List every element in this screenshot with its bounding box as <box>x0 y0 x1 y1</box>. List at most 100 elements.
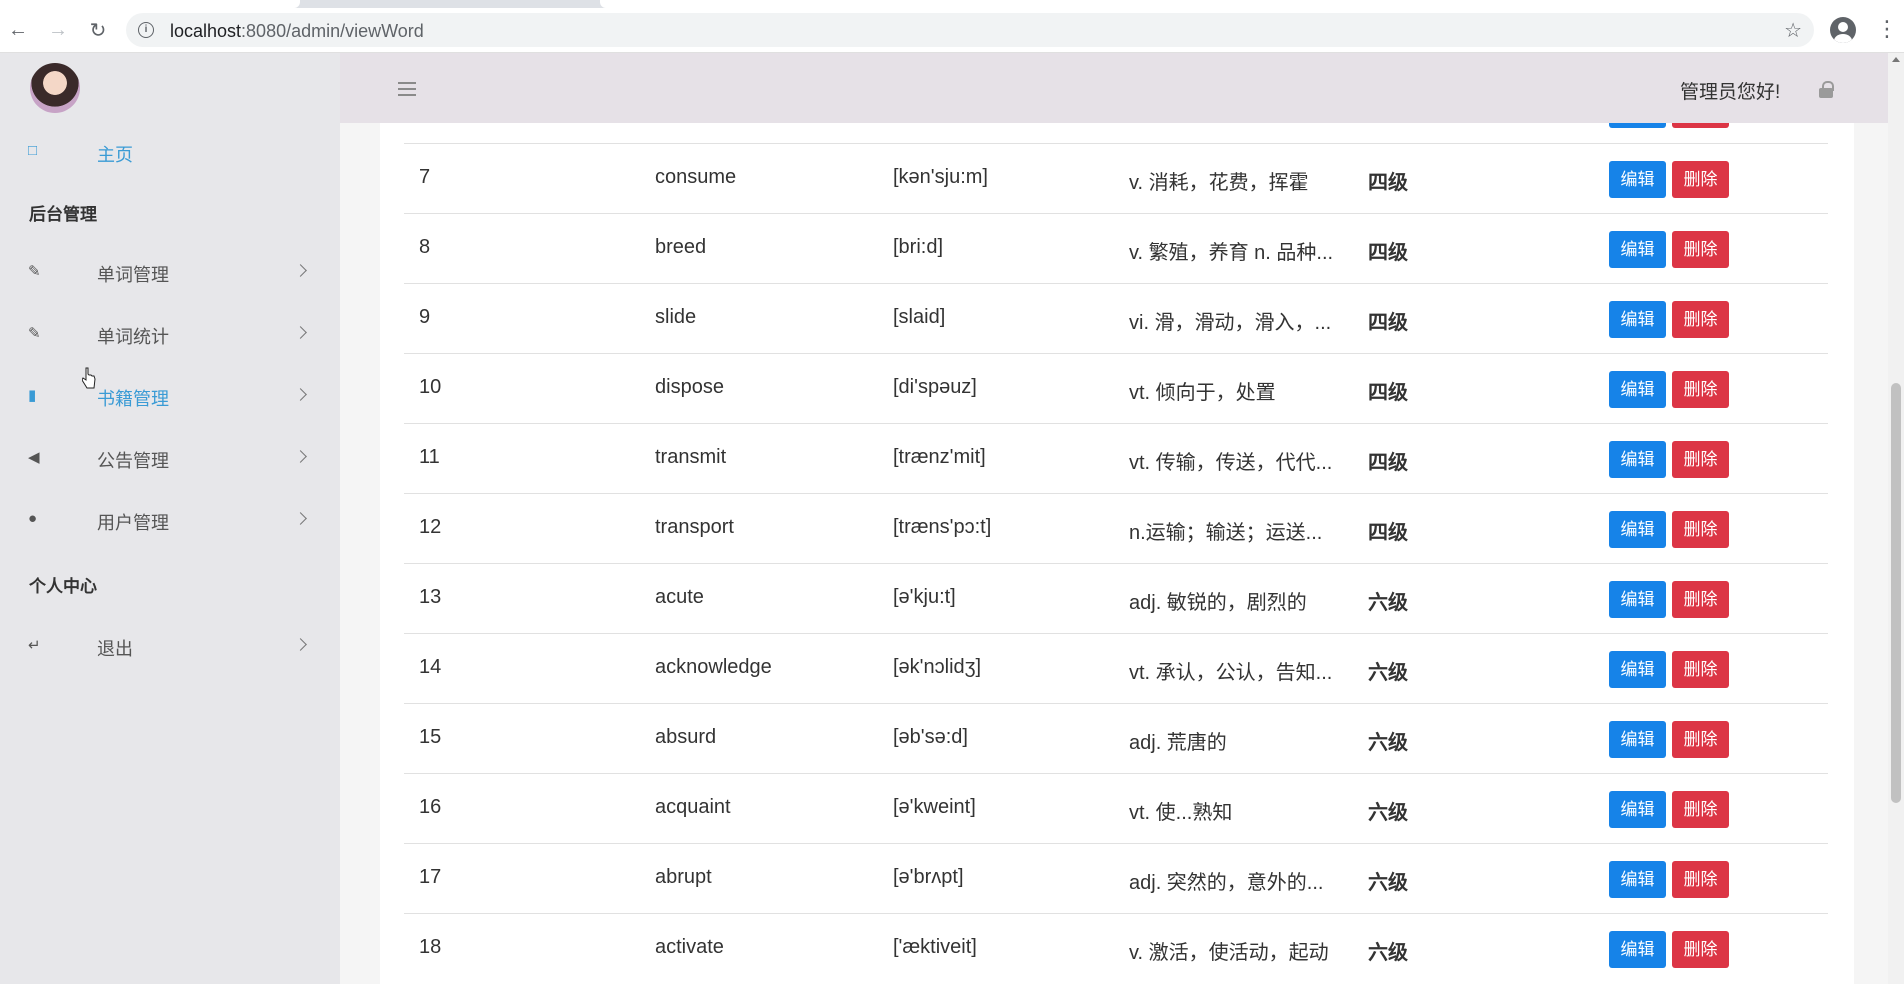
edit-button[interactable]: 编辑 <box>1609 581 1666 618</box>
sidebar-item-home[interactable]: □ 主页 <box>0 131 340 171</box>
edit-button[interactable]: 编辑 <box>1609 931 1666 968</box>
url-host: localhost <box>170 21 242 41</box>
page-scrollbar[interactable] <box>1888 53 1904 984</box>
edit-button[interactable]: 编辑 <box>1609 721 1666 758</box>
sidebar-item-word-management[interactable]: ✎ 单词管理 <box>0 251 340 291</box>
edit-button[interactable]: 编辑 <box>1609 861 1666 898</box>
level-cell: 四级 <box>1368 123 1408 125</box>
sidebar-item-word-statistics[interactable]: ✎ 单词统计 <box>0 313 340 353</box>
word-cell: acknowledge <box>655 656 772 678</box>
chevron-right-icon <box>294 638 307 651</box>
edit-button[interactable]: 编辑 <box>1609 441 1666 478</box>
phonetic-cell: [ə'kweint] <box>893 796 976 818</box>
table-row: 18 activate ['æktiveit] v. 激活，使活动，起动 六级 编辑 删除 <box>404 913 1828 984</box>
level-cell: 四级 <box>1368 172 1408 194</box>
delete-button[interactable]: 删除 <box>1672 161 1729 198</box>
edit-button[interactable]: 编辑 <box>1609 651 1666 688</box>
word-id-cell: 17 <box>419 866 442 888</box>
sidebar-item-label: 主页 <box>97 145 133 165</box>
delete-button[interactable]: 删除 <box>1672 931 1729 968</box>
level-cell: 六级 <box>1368 872 1408 894</box>
table-row: 7 consume [kən'sju:m] v. 消耗，花费，挥霍 四级 编辑 删除 <box>404 143 1828 214</box>
word-cell: consume <box>655 166 737 188</box>
table-row: 17 abrupt [ə'brʌpt] adj. 突然的，意外的... 六级 编辑 删除 <box>404 843 1828 914</box>
table-row: 15 absurd [əb'sə:d] adj. 荒唐的 六级 编辑 删除 <box>404 703 1828 774</box>
meaning-cell: n.运输；输送；运送... <box>1129 522 1323 544</box>
sidebar-item-announcement-management[interactable]: ◀ 公告管理 <box>0 437 340 477</box>
table-row: 9 slide [slaid] vi. 滑，滑动，滑入，... 四级 编辑 删除 <box>404 283 1828 354</box>
meaning-cell: vt. 使...熟知 <box>1129 802 1233 824</box>
word-cell: slide <box>655 306 697 328</box>
sidebar-item-label: 单词管理 <box>97 265 169 285</box>
top-header: 管理员您好! <box>340 53 1888 123</box>
meaning-cell: v. 繁殖，养育 n. 品种... <box>1129 242 1334 264</box>
bookmark-star-icon[interactable]: ☆ <box>1784 18 1802 43</box>
delete-button[interactable]: 删除 <box>1672 721 1729 758</box>
url-path: :8080/admin/viewWord <box>241 21 424 41</box>
edit-button[interactable]: 编辑 <box>1609 161 1666 198</box>
edit-icon: ✎ <box>28 325 41 342</box>
meaning-cell: adj. 敏锐的，剧烈的 <box>1129 592 1307 614</box>
avatar[interactable] <box>30 63 80 113</box>
browser-tab[interactable] <box>600 0 1904 8</box>
hamburger-menu-icon[interactable] <box>398 82 416 100</box>
mouse-cursor-icon <box>82 367 96 389</box>
sidebar-item-user-management[interactable]: ● 用户管理 <box>0 499 340 539</box>
delete-button[interactable]: 删除 <box>1672 231 1729 268</box>
meaning-cell: v.滑倒，滑脱，疏忽... <box>1129 123 1339 125</box>
reload-icon[interactable]: ↻ <box>84 16 112 44</box>
chevron-right-icon <box>294 450 307 463</box>
scrollbar-thumb[interactable] <box>1891 383 1901 803</box>
table-row: 12 transport [træns'pɔ:t] n.运输；输送；运送... 四级 编辑… <box>404 493 1828 564</box>
profile-avatar-icon[interactable] <box>1830 17 1856 43</box>
browser-tab[interactable] <box>0 0 300 8</box>
address-bar[interactable]: i localhost:8080/admin/viewWord ☆ <box>126 13 1814 47</box>
site-info-icon[interactable]: i <box>138 22 154 38</box>
table-row: 8 breed [bri:d] v. 繁殖，养育 n. 品种... 四级 编辑 删除 <box>404 213 1828 284</box>
delete-button[interactable]: 删除 <box>1672 123 1729 128</box>
word-cell: acquaint <box>655 796 731 818</box>
sidebar-item-label: 公告管理 <box>97 451 169 471</box>
delete-button[interactable]: 删除 <box>1672 651 1729 688</box>
edit-icon: ✎ <box>28 263 41 280</box>
edit-button[interactable]: 编辑 <box>1609 123 1666 128</box>
section-title-personal: 个人中心 <box>29 577 97 596</box>
meaning-cell: vt. 倾向于，处置 <box>1129 382 1276 404</box>
word-cell: acute <box>655 586 704 608</box>
meaning-cell: v. 激活，使活动，起动 <box>1129 942 1329 964</box>
delete-button[interactable]: 删除 <box>1672 861 1729 898</box>
edit-button[interactable]: 编辑 <box>1609 511 1666 548</box>
level-cell: 六级 <box>1368 802 1408 824</box>
sidebar-item-label: 书籍管理 <box>97 389 169 409</box>
forward-arrow-icon[interactable]: → <box>44 16 72 44</box>
sidebar-item-label: 单词统计 <box>97 327 169 347</box>
phonetic-cell: [ə'kju:t] <box>893 586 956 608</box>
word-id-cell: 7 <box>419 166 431 188</box>
delete-button[interactable]: 删除 <box>1672 371 1729 408</box>
delete-button[interactable]: 删除 <box>1672 791 1729 828</box>
browser-toolbar: ← → ↻ i localhost:8080/admin/viewWord ☆ … <box>0 8 1904 53</box>
url-text[interactable]: localhost:8080/admin/viewWord <box>170 21 424 42</box>
sidebar-item-book-management[interactable]: ▮ 书籍管理 <box>0 375 340 415</box>
back-arrow-icon[interactable]: ← <box>4 16 32 44</box>
word-cell: activate <box>655 936 724 958</box>
megaphone-icon: ◀ <box>28 449 40 466</box>
sidebar-item-logout[interactable]: ↵ 退出 <box>0 625 340 665</box>
chevron-right-icon <box>294 388 307 401</box>
phonetic-cell: [kən'sju:m] <box>893 166 988 188</box>
edit-button[interactable]: 编辑 <box>1609 791 1666 828</box>
edit-button[interactable]: 编辑 <box>1609 231 1666 268</box>
delete-button[interactable]: 删除 <box>1672 511 1729 548</box>
word-id-cell: 13 <box>419 586 442 608</box>
sidebar: □ 主页 后台管理 ✎ 单词管理 ✎ 单词统计 ▮ 书籍管理 ◀ 公告管理 ● … <box>0 53 340 984</box>
delete-button[interactable]: 删除 <box>1672 441 1729 478</box>
edit-button[interactable]: 编辑 <box>1609 301 1666 338</box>
main-content: 6slip[slip]v.滑倒，滑脱，疏忽...四级编辑删除7consume[k… <box>340 123 1888 984</box>
lock-icon[interactable] <box>1819 81 1834 98</box>
scroll-up-arrow-icon[interactable] <box>1892 57 1900 62</box>
browser-menu-icon[interactable]: ⋮ <box>1876 18 1898 40</box>
delete-button[interactable]: 删除 <box>1672 581 1729 618</box>
delete-button[interactable]: 删除 <box>1672 301 1729 338</box>
word-cell: transmit <box>655 446 727 468</box>
edit-button[interactable]: 编辑 <box>1609 371 1666 408</box>
